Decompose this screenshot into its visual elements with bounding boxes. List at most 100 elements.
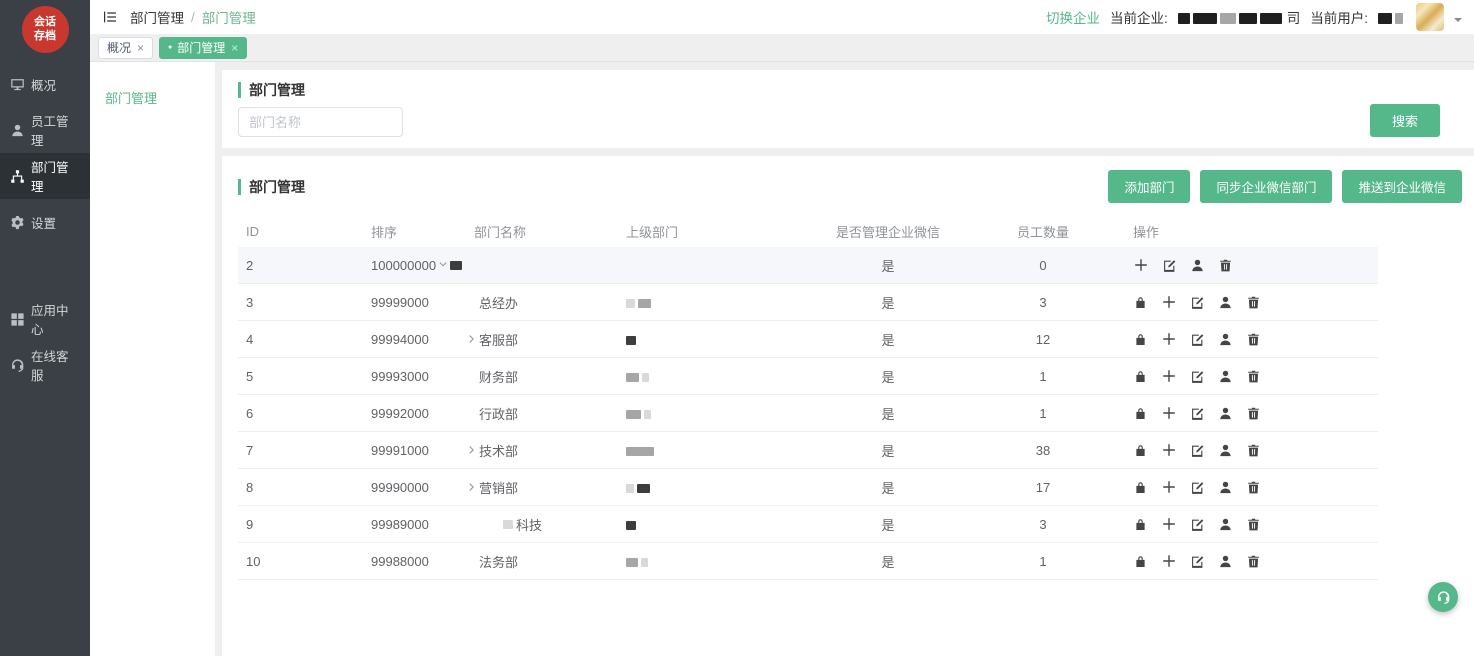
column-header: 操作 — [1113, 222, 1378, 241]
expand-icon[interactable] — [466, 333, 479, 345]
add-icon[interactable] — [1161, 553, 1177, 569]
members-icon[interactable] — [1218, 295, 1233, 310]
add-icon[interactable] — [1161, 479, 1177, 495]
main-column: 部门管理 / 部门管理 切换企业 当前企业: 司 当前用户: 概况×●部门管理×… — [90, 0, 1474, 656]
table-row[interactable]: 1099988000法务部是1 — [238, 543, 1378, 580]
tab-0[interactable]: 概况× — [98, 37, 153, 59]
collapse-menu-icon[interactable] — [102, 9, 118, 25]
user-avatar[interactable] — [1416, 3, 1444, 31]
lock-icon[interactable] — [1133, 554, 1148, 569]
sidebar-item-apps[interactable]: 应用中心 — [0, 296, 90, 342]
members-icon[interactable] — [1218, 517, 1233, 532]
cell-manage-wecom: 是 — [803, 478, 973, 497]
cell-manage-wecom: 是 — [803, 367, 973, 386]
add-icon[interactable] — [1161, 331, 1177, 347]
members-icon[interactable] — [1218, 554, 1233, 569]
cell-sort: 99989000 — [363, 517, 433, 532]
cell-id: 2 — [238, 258, 363, 273]
add-icon[interactable] — [1161, 442, 1177, 458]
table-row[interactable]: 399999000总经办是3 — [238, 284, 1378, 321]
members-icon[interactable] — [1218, 332, 1233, 347]
lock-icon[interactable] — [1133, 295, 1148, 310]
members-icon[interactable] — [1218, 443, 1233, 458]
department-name-input[interactable] — [238, 107, 403, 137]
redacted-block — [626, 410, 641, 419]
chevron-down-icon[interactable] — [1454, 18, 1462, 26]
lock-icon[interactable] — [1133, 517, 1148, 532]
current-company-label: 当前企业: — [1110, 7, 1168, 27]
edit-icon[interactable] — [1190, 554, 1205, 569]
add-icon[interactable] — [1161, 368, 1177, 384]
table-row[interactable]: 799991000技术部是38 — [238, 432, 1378, 469]
lock-icon[interactable] — [1133, 406, 1148, 421]
collapse-icon[interactable] — [437, 259, 450, 271]
filter-card: 部门管理 搜索 — [222, 70, 1474, 148]
edit-icon[interactable] — [1190, 480, 1205, 495]
delete-icon[interactable] — [1246, 443, 1261, 458]
sidebar-item-department[interactable]: 部门管理 — [0, 153, 90, 199]
edit-icon[interactable] — [1190, 517, 1205, 532]
cell-manage-wecom: 是 — [803, 552, 973, 571]
edit-icon[interactable] — [1190, 369, 1205, 384]
redacted-block — [642, 373, 649, 382]
delete-icon[interactable] — [1246, 295, 1261, 310]
edit-icon[interactable] — [1190, 295, 1205, 310]
add-icon[interactable] — [1161, 516, 1177, 532]
close-tab-icon[interactable]: × — [137, 41, 144, 55]
members-icon[interactable] — [1218, 406, 1233, 421]
department-name: 总经办 — [479, 293, 518, 312]
delete-icon[interactable] — [1246, 406, 1261, 421]
delete-icon[interactable] — [1246, 554, 1261, 569]
lock-icon[interactable] — [1133, 332, 1148, 347]
add-icon[interactable] — [1133, 257, 1149, 273]
delete-icon[interactable] — [1246, 369, 1261, 384]
sidebar-item-label: 设置 — [31, 213, 56, 232]
edit-icon[interactable] — [1162, 258, 1177, 273]
delete-icon[interactable] — [1246, 480, 1261, 495]
breadcrumb: 部门管理 / 部门管理 — [130, 7, 256, 27]
table-row[interactable]: 999989000科技是3 — [238, 506, 1378, 543]
subnav-item-departments[interactable]: 部门管理 — [90, 88, 215, 107]
switch-company-link[interactable]: 切换企业 — [1046, 7, 1100, 27]
sync-wecom-departments-button[interactable]: 同步企业微信部门 — [1200, 170, 1332, 203]
sidebar-item-employee[interactable]: 员工管理 — [0, 107, 90, 153]
table-row[interactable]: 499994000客服部是12 — [238, 321, 1378, 358]
members-icon[interactable] — [1218, 369, 1233, 384]
dept-actions: 添加部门同步企业微信部门推送到企业微信 — [1108, 170, 1462, 203]
lock-icon[interactable] — [1133, 443, 1148, 458]
breadcrumb-section[interactable]: 部门管理 — [130, 7, 184, 27]
push-to-wecom-button[interactable]: 推送到企业微信 — [1342, 170, 1462, 203]
delete-icon[interactable] — [1246, 517, 1261, 532]
members-icon[interactable] — [1190, 258, 1205, 273]
expand-icon[interactable] — [466, 444, 479, 456]
edit-icon[interactable] — [1190, 406, 1205, 421]
table-row[interactable]: 899990000营销部是17 — [238, 469, 1378, 506]
delete-icon[interactable] — [1218, 258, 1233, 273]
delete-icon[interactable] — [1246, 332, 1261, 347]
sidebar-item-overview[interactable]: 概况 — [0, 61, 90, 107]
close-tab-icon[interactable]: × — [231, 41, 238, 55]
lock-icon[interactable] — [1133, 480, 1148, 495]
redacted-block — [626, 558, 638, 567]
edit-icon[interactable] — [1190, 332, 1205, 347]
sidebar-item-service[interactable]: 在线客服 — [0, 342, 90, 388]
table-row[interactable]: 2100000000是0 — [238, 247, 1378, 284]
help-fab-button[interactable] — [1428, 582, 1458, 612]
add-icon[interactable] — [1161, 405, 1177, 421]
edit-icon[interactable] — [1190, 443, 1205, 458]
cell-id: 4 — [238, 332, 363, 347]
sidebar-item-settings[interactable]: 设置 — [0, 199, 90, 245]
app-layout: 会话 存档 概况员工管理部门管理设置应用中心在线客服 部门管理 / 部门管理 切… — [0, 0, 1474, 656]
table-row[interactable]: 699992000行政部是1 — [238, 395, 1378, 432]
add-icon[interactable] — [1161, 294, 1177, 310]
search-button[interactable]: 搜索 — [1370, 104, 1440, 137]
filter-card-title: 部门管理 — [238, 82, 305, 98]
expand-icon[interactable] — [466, 481, 479, 493]
tab-1[interactable]: ●部门管理× — [159, 37, 247, 59]
members-icon[interactable] — [1218, 480, 1233, 495]
cell-name: 总经办 — [433, 293, 618, 312]
table-row[interactable]: 599993000财务部是1 — [238, 358, 1378, 395]
add-department-button[interactable]: 添加部门 — [1108, 170, 1190, 203]
lock-icon[interactable] — [1133, 369, 1148, 384]
user-name-redacted — [1378, 10, 1406, 25]
